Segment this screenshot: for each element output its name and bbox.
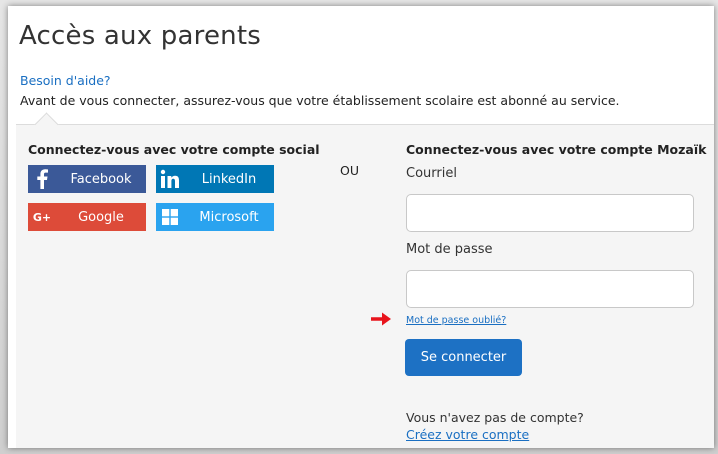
google-button[interactable]: G+ Google xyxy=(28,203,146,231)
google-label: Google xyxy=(78,209,124,225)
login-button[interactable]: Se connecter xyxy=(405,339,522,376)
mozaik-login-heading: Connectez-vous avec votre compte Mozaïk xyxy=(406,142,707,157)
linkedin-button[interactable]: LinkedIn xyxy=(156,165,274,193)
facebook-icon xyxy=(28,165,56,193)
password-label: Mot de passe xyxy=(406,242,493,257)
no-account-text: Vous n'avez pas de compte? xyxy=(406,410,584,425)
linkedin-icon xyxy=(156,165,184,193)
subscription-notice: Avant de vous connecter, assurez-vous qu… xyxy=(20,93,620,108)
email-label: Courriel xyxy=(406,166,457,181)
help-link[interactable]: Besoin d'aide? xyxy=(20,73,111,88)
facebook-label: Facebook xyxy=(70,171,132,187)
login-card: Accès aux parents Besoin d'aide? Avant d… xyxy=(8,6,714,448)
arrow-right-icon xyxy=(371,312,391,326)
google-plus-icon: G+ xyxy=(32,210,52,224)
forgot-password-link[interactable]: Mot de passe oublié? xyxy=(406,315,506,326)
or-separator: OU xyxy=(340,163,359,178)
create-account-link[interactable]: Créez votre compte xyxy=(406,427,529,442)
linkedin-label: LinkedIn xyxy=(201,171,257,187)
login-panel: Connectez-vous avec votre compte social … xyxy=(16,112,714,448)
page-title: Accès aux parents xyxy=(19,21,261,51)
microsoft-button[interactable]: Microsoft xyxy=(156,203,274,231)
password-field[interactable] xyxy=(406,270,694,308)
email-field[interactable] xyxy=(406,194,694,232)
social-login-heading: Connectez-vous avec votre compte social xyxy=(28,142,320,157)
microsoft-icon xyxy=(156,203,184,231)
facebook-button[interactable]: Facebook xyxy=(28,165,146,193)
microsoft-label: Microsoft xyxy=(199,209,259,225)
panel-pointer xyxy=(34,112,59,137)
